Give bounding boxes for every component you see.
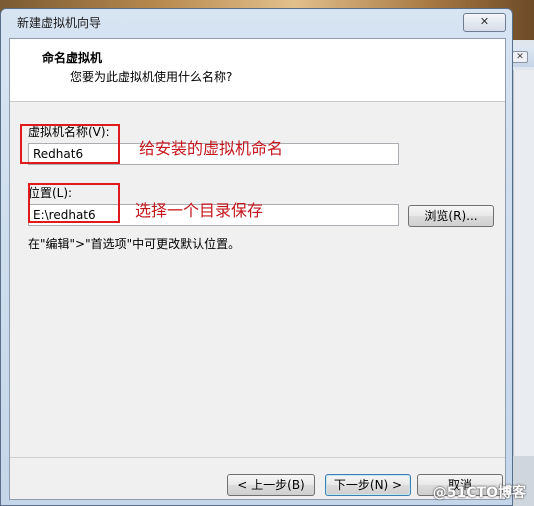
location-annotation-text: 选择一个目录保存 [135,201,264,220]
name-annotation-box [20,124,120,164]
close-button[interactable]: ✕ [463,13,506,32]
dialog-titlebar[interactable]: 新建虚拟机向导 ✕ [1,9,512,35]
location-annotation-box [28,183,120,223]
name-annotation-text: 给安装的虚拟机命名 [139,139,284,158]
default-location-hint: 在"编辑">"首选项"中可更改默认位置。 [28,237,241,251]
browse-button[interactable]: 浏览(R)... [408,205,494,227]
back-button[interactable]: < 上一步(B) [227,474,315,496]
close-icon: ✕ [479,15,490,28]
dialog-content: 命名虚拟机 您要为此虚拟机使用什么名称? 虚拟机名称(V): Redhat6 位… [9,38,506,500]
background-panel [513,70,534,506]
next-button[interactable]: 下一步(N) > [325,474,411,496]
page-title: 命名虚拟机 [42,51,103,65]
wizard-header: 命名虚拟机 您要为此虚拟机使用什么名称? [10,39,505,102]
dialog-title: 新建虚拟机向导 [17,16,102,30]
new-vm-wizard-dialog: 新建虚拟机向导 ✕ 命名虚拟机 您要为此虚拟机使用什么名称? 虚拟机名称(V):… [0,8,513,506]
footer-divider [10,457,505,458]
background-close-icon[interactable]: ✕ [512,51,528,63]
page-subtitle: 您要为此虚拟机使用什么名称? [70,70,233,84]
watermark: @51CTO博客 [432,485,526,501]
